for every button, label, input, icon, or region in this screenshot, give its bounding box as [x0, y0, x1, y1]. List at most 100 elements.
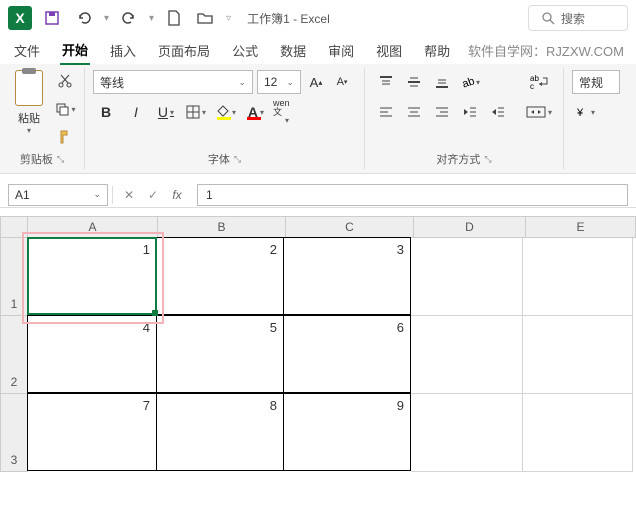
font-launcher[interactable]: ⤡ [234, 154, 241, 165]
cell-C2[interactable]: 6 [283, 315, 411, 393]
tab-help[interactable]: 帮助 [422, 37, 452, 64]
search-input[interactable]: 搜索 [528, 5, 628, 31]
align-left-button[interactable] [373, 100, 399, 124]
new-file-button[interactable] [162, 6, 186, 30]
ribbon-tabs: 文件 开始 插入 页面布局 公式 数据 审阅 视图 帮助 软件自学网：RJZXW… [0, 36, 636, 64]
decrease-indent-button[interactable] [457, 100, 483, 124]
paste-button[interactable]: 粘贴 ▾ [8, 70, 50, 135]
tab-review[interactable]: 审阅 [326, 37, 356, 64]
fx-button[interactable]: fx [165, 188, 189, 202]
cell-B1[interactable]: 2 [156, 237, 284, 315]
increase-indent-button[interactable] [485, 100, 511, 124]
increase-font-button[interactable]: A▴ [305, 71, 327, 93]
cell-D2[interactable] [411, 316, 523, 394]
phonetic-button[interactable]: wen 文▾ [273, 100, 299, 124]
col-header-B[interactable]: B [158, 216, 286, 238]
align-right-button[interactable] [429, 100, 455, 124]
name-box-value: A1 [15, 188, 30, 202]
font-name-select[interactable]: 等线⌄ [93, 70, 253, 94]
font-name-value: 等线 [100, 74, 124, 91]
row-header-1[interactable]: 1 [0, 238, 28, 316]
fill-color-button[interactable]: ▾ [213, 100, 239, 124]
cell-C3[interactable]: 9 [283, 393, 411, 471]
tab-insert[interactable]: 插入 [108, 37, 138, 64]
wrap-text-button[interactable]: abc [523, 70, 555, 94]
tab-data[interactable]: 数据 [278, 37, 308, 64]
formula-input[interactable]: 1 [197, 184, 628, 206]
tab-formulas[interactable]: 公式 [230, 37, 260, 64]
ribbon: 粘贴 ▾ ▾ 剪贴板 ⤡ [0, 64, 636, 174]
decrease-font-button[interactable]: A▾ [331, 71, 353, 93]
alignment-label: 对齐方式 [436, 151, 480, 167]
cell-E3[interactable] [523, 394, 633, 472]
alignment-group: ab▾ abc ▾ 对齐方式 ⤡ [365, 68, 564, 169]
font-group: 等线⌄ 12⌄ A▴ A▾ B I U▾ ▾ ▾ [85, 68, 365, 169]
confirm-formula-button[interactable]: ✓ [141, 188, 165, 202]
align-top-button[interactable] [373, 70, 399, 94]
cells-area[interactable]: 1 2 3 4 5 6 7 8 9 [28, 238, 633, 472]
qat-dropdown-2[interactable]: ▾ [149, 13, 154, 24]
tab-file[interactable]: 文件 [12, 37, 42, 64]
cell-D3[interactable] [411, 394, 523, 472]
cell-B3[interactable]: 8 [156, 393, 284, 471]
font-size-value: 12 [264, 75, 277, 89]
titlebar: X ▾ ▾ ▿ 工作簿1 - Excel 搜索 [0, 0, 636, 36]
orientation-button[interactable]: ab▾ [457, 70, 483, 94]
row-header-2[interactable]: 2 [0, 316, 28, 394]
tab-home[interactable]: 开始 [60, 36, 90, 65]
paste-label: 粘贴 [18, 110, 40, 126]
clipboard-label: 剪贴板 [20, 151, 53, 167]
svg-text:c: c [530, 82, 534, 90]
formula-value: 1 [206, 188, 213, 202]
col-header-A[interactable]: A [28, 216, 158, 238]
clipboard-launcher[interactable]: ⤡ [57, 154, 64, 165]
align-middle-button[interactable] [401, 70, 427, 94]
watermark-text: 软件自学网：RJZXW.COM [468, 41, 624, 60]
select-all-corner[interactable] [0, 216, 28, 238]
col-header-E[interactable]: E [526, 216, 636, 238]
alignment-launcher[interactable]: ⤡ [484, 154, 491, 165]
cell-E1[interactable] [523, 238, 633, 316]
tab-layout[interactable]: 页面布局 [156, 37, 212, 64]
italic-button[interactable]: I [123, 100, 149, 124]
align-bottom-button[interactable] [429, 70, 455, 94]
paste-icon [15, 70, 43, 106]
merge-button[interactable]: ▾ [523, 100, 555, 124]
cell-D1[interactable] [411, 238, 523, 316]
cell-B2[interactable]: 5 [156, 315, 284, 393]
font-size-select[interactable]: 12⌄ [257, 70, 301, 94]
underline-button[interactable]: U▾ [153, 100, 179, 124]
col-header-D[interactable]: D [414, 216, 526, 238]
cut-button[interactable] [54, 70, 76, 92]
cell-A2[interactable]: 4 [27, 315, 157, 393]
save-button[interactable] [40, 6, 64, 30]
format-painter-button[interactable] [54, 126, 76, 148]
excel-logo: X [8, 6, 32, 30]
undo-button[interactable] [72, 6, 96, 30]
bold-button[interactable]: B [93, 100, 119, 124]
open-file-button[interactable] [194, 6, 218, 30]
qat-dropdown-1[interactable]: ▾ [104, 13, 109, 24]
currency-button[interactable]: ¥▾ [572, 100, 598, 124]
col-header-C[interactable]: C [286, 216, 414, 238]
align-center-button[interactable] [401, 100, 427, 124]
cell-A1[interactable]: 1 [27, 237, 157, 315]
cell-C1[interactable]: 3 [283, 237, 411, 315]
cancel-formula-button[interactable]: ✕ [117, 188, 141, 202]
cell-E2[interactable] [523, 316, 633, 394]
search-placeholder: 搜索 [561, 10, 585, 27]
redo-button[interactable] [117, 6, 141, 30]
number-format-select[interactable]: 常规 [572, 70, 620, 94]
tab-view[interactable]: 视图 [374, 37, 404, 64]
number-group: 常规 ¥▾ [564, 68, 628, 169]
borders-button[interactable]: ▾ [183, 100, 209, 124]
row-header-3[interactable]: 3 [0, 394, 28, 472]
svg-text:¥: ¥ [576, 107, 584, 119]
name-box[interactable]: A1 ⌄ [8, 184, 108, 206]
cell-A3[interactable]: 7 [27, 393, 157, 471]
copy-button[interactable]: ▾ [54, 98, 76, 120]
qat-customize[interactable]: ▿ [226, 13, 231, 24]
font-color-button[interactable]: A ▾ [243, 100, 269, 124]
window-title: 工作簿1 - Excel [247, 10, 330, 27]
formula-bar: A1 ⌄ ✕ ✓ fx 1 [0, 182, 636, 208]
